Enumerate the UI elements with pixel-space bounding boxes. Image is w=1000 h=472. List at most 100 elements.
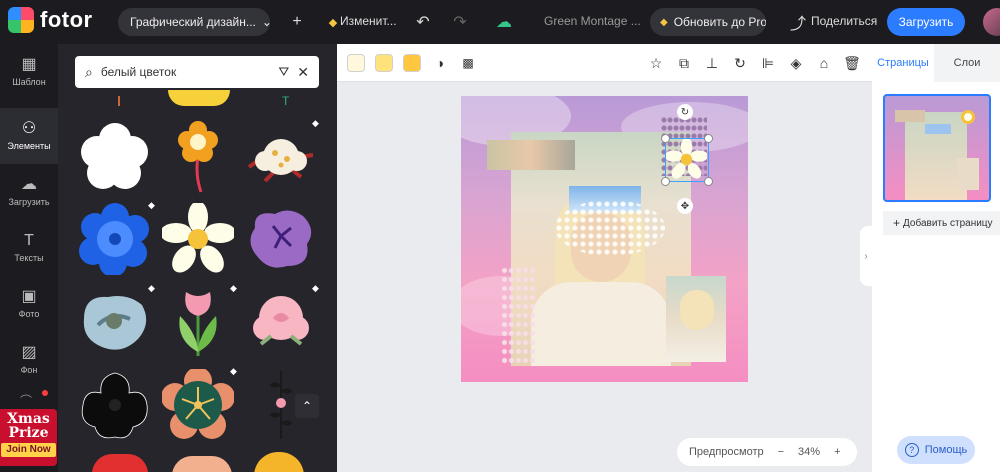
nav-item-text[interactable]: T Тексты xyxy=(0,220,58,276)
logo-text: fotor xyxy=(40,7,93,32)
preview-button[interactable]: Предпросмотр xyxy=(689,446,764,458)
left-nav: ▦ Шаблон ⚇ Элементы ☁ Загрузить T Тексты… xyxy=(0,44,58,472)
promo-line2: Prize xyxy=(8,425,49,441)
share-icon[interactable]: ⤴ xyxy=(788,12,808,33)
cloud-sync-icon[interactable]: ☁ xyxy=(494,12,514,32)
upgrade-label: Обновить до Pro xyxy=(673,15,766,29)
black-flower-sticker[interactable] xyxy=(78,368,152,442)
xmas-prize-promo[interactable]: Xmas Prize Join Now xyxy=(0,409,57,466)
zoom-bar: Предпросмотр − 34% + xyxy=(677,438,857,466)
tab-layers[interactable]: Слои xyxy=(934,44,1000,82)
tulip-sticker[interactable] xyxy=(161,285,235,359)
orange-flower-sticker[interactable] xyxy=(161,120,235,194)
close-icon[interactable]: ✕ xyxy=(297,64,309,81)
sticker-partial[interactable] xyxy=(254,452,304,472)
upgrade-pro-button[interactable]: ◆ Обновить до Pro xyxy=(650,8,766,36)
nav-label: Фото xyxy=(18,309,40,319)
sticker-partial[interactable] xyxy=(172,456,232,472)
align-icon[interactable]: ⊫ xyxy=(759,54,777,72)
add-page-button[interactable]: + Добавить страницу xyxy=(883,211,1000,235)
collapse-right-panel-button[interactable]: › xyxy=(860,226,872,286)
resize-handle[interactable] xyxy=(661,134,670,143)
page-thumbnail[interactable] xyxy=(883,94,991,202)
layers-icon[interactable]: ◈ xyxy=(787,54,805,72)
lock-icon[interactable]: ⌂ xyxy=(815,54,833,72)
logo-mark-icon xyxy=(8,7,34,33)
design-canvas[interactable] xyxy=(461,96,748,382)
green-flower-sticker[interactable] xyxy=(161,368,235,442)
redo-icon[interactable]: ↷ xyxy=(450,12,470,32)
notification-dot xyxy=(42,390,48,396)
zoom-in-button[interactable]: + xyxy=(834,446,840,458)
pink-rose-sticker[interactable] xyxy=(244,285,318,359)
daisy-sticker[interactable] xyxy=(161,202,235,276)
move-handle-icon[interactable]: ✥ xyxy=(677,198,693,214)
help-button[interactable]: ? Помощь xyxy=(897,436,975,464)
cherry-blossom-branch xyxy=(501,266,537,366)
thumb-sky xyxy=(925,124,951,134)
delete-icon[interactable]: 🗑 xyxy=(843,54,861,72)
search-icon: ⌕ xyxy=(85,63,93,80)
nav-label: Шаблон xyxy=(12,77,46,87)
scroll-top-button[interactable]: ⌃ xyxy=(295,394,319,418)
background-icon: ▨ xyxy=(21,344,37,361)
flower-stem-partial xyxy=(118,96,120,106)
thumb-daisy xyxy=(961,110,975,124)
small-photo[interactable] xyxy=(666,276,726,362)
nav-item-elements[interactable]: ⚇ Элементы xyxy=(0,108,58,164)
design-type-dropdown[interactable]: Графический дизайн... ⌄ xyxy=(118,8,270,36)
pro-badge-icon: ◆ xyxy=(148,200,155,210)
color-swatch-1[interactable] xyxy=(347,54,365,72)
blue-poppy-sticker[interactable] xyxy=(78,285,152,359)
selection-box[interactable] xyxy=(661,134,713,186)
pro-badge-icon: ◆ xyxy=(230,366,237,376)
tab-pages[interactable]: Страницы xyxy=(872,44,934,82)
download-button[interactable]: Загрузить xyxy=(887,8,965,36)
color-swatch-3[interactable] xyxy=(403,54,421,72)
stamp-icon[interactable]: ⊥ xyxy=(703,54,721,72)
sticker-partial[interactable]: T xyxy=(282,94,289,108)
filter-icon[interactable]: ⛛ xyxy=(278,64,289,80)
nav-item-template[interactable]: ▦ Шаблон xyxy=(0,44,58,100)
search-box: ⌕ ⛛ ✕ xyxy=(75,56,319,88)
nav-label: Тексты xyxy=(14,253,44,263)
nav-label: Загрузить xyxy=(8,197,50,207)
add-icon[interactable]: + xyxy=(287,12,307,32)
pages-panel: Страницы Слои + Добавить страницу xyxy=(872,44,1000,472)
blue-flower-sticker[interactable] xyxy=(78,202,152,276)
project-name[interactable]: Green Montage ... xyxy=(544,14,641,28)
sticker-partial[interactable] xyxy=(168,90,230,106)
help-icon: ? xyxy=(904,443,919,457)
purple-flower-sticker[interactable] xyxy=(244,202,318,276)
thumb-small-photo xyxy=(957,158,979,190)
rotate-handle-icon[interactable]: ↻ xyxy=(677,104,693,120)
resize-handle[interactable] xyxy=(704,134,713,143)
white-flower-sticker[interactable] xyxy=(78,120,152,194)
resize-handle[interactable] xyxy=(704,177,713,186)
nav-item-photo[interactable]: ▣ Фото xyxy=(0,276,58,332)
nav-item-upload[interactable]: ☁ Загрузить xyxy=(0,164,58,220)
rotate-icon[interactable]: ↻ xyxy=(731,54,749,72)
logo[interactable]: fotor xyxy=(8,7,93,33)
star-icon[interactable]: ☆ xyxy=(647,54,665,72)
resize-handle[interactable] xyxy=(661,177,670,186)
undo-icon[interactable]: ↶ xyxy=(413,12,433,32)
join-now-button[interactable]: Join Now xyxy=(1,443,56,457)
sticker-partial[interactable] xyxy=(92,454,148,472)
nav-item-background[interactable]: ▨ Фон xyxy=(0,332,58,388)
resize-button[interactable]: Изменит... xyxy=(340,14,397,28)
search-input[interactable] xyxy=(100,65,251,79)
color-replace-icon[interactable]: ◑ xyxy=(431,54,449,72)
avatar[interactable] xyxy=(983,8,1000,36)
share-button[interactable]: Поделиться xyxy=(811,14,877,28)
duplicate-icon[interactable]: ⧉ xyxy=(675,54,693,72)
zoom-out-button[interactable]: − xyxy=(778,446,784,458)
color-swatch-2[interactable] xyxy=(375,54,393,72)
nav-label: Элементы xyxy=(7,141,51,151)
white-bouquet-sticker[interactable] xyxy=(244,120,318,194)
eyes-strip-photo[interactable] xyxy=(487,140,575,170)
more-icon[interactable]: ⌒ xyxy=(20,392,32,409)
upload-icon: ☁ xyxy=(21,176,37,193)
selected-daisy[interactable] xyxy=(666,139,707,180)
transparency-icon[interactable]: ▩ xyxy=(459,54,477,72)
